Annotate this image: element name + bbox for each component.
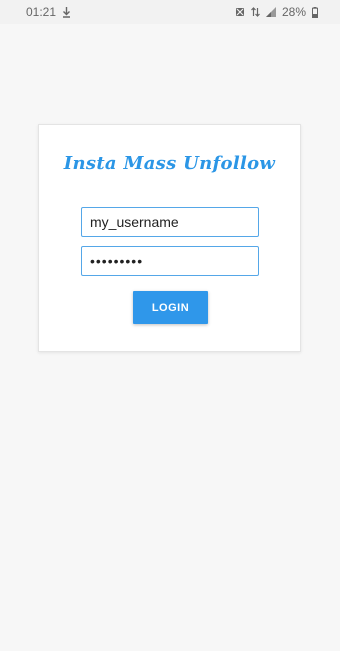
mute-icon [235,7,245,17]
battery-percent: 28% [281,5,306,19]
download-icon [62,6,71,18]
password-input[interactable] [81,246,259,276]
username-input[interactable] [81,207,259,237]
signal-icon [265,7,276,17]
login-card: Insta Mass Unfollow LOGIN [38,124,301,352]
status-bar: 01:21 28% [0,0,340,24]
login-button[interactable]: LOGIN [133,291,208,324]
status-time: 01:21 [26,5,57,19]
data-icon [251,7,260,17]
status-bar-left: 01:21 [26,5,71,19]
app-title: Insta Mass Unfollow [63,153,276,174]
status-bar-right: 28% [235,5,318,19]
battery-icon [312,6,318,18]
